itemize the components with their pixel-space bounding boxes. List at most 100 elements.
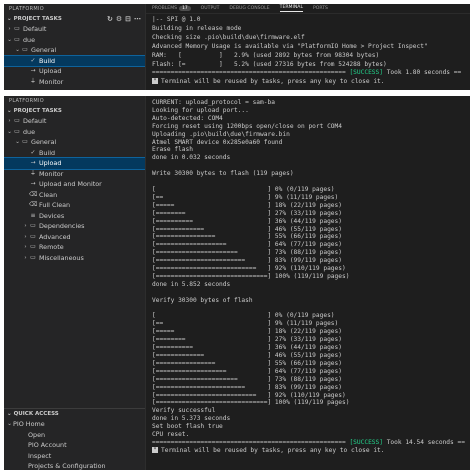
success-badge: [SUCCESS]: [349, 438, 383, 446]
task-item-label: Default: [23, 117, 47, 125]
chevron-right-icon: ›: [8, 26, 11, 32]
chevron-down-icon: ⌄: [15, 139, 20, 145]
terminal-line: [====================== ] 73% (88/119 pa…: [152, 249, 342, 257]
arrow-right-icon: →: [30, 159, 36, 166]
refresh-icon[interactable]: ↻: [107, 14, 113, 24]
terminal-output: |-- SPI @ 1.0 Building in release mode Che…: [146, 14, 470, 87]
task-item-dependencies[interactable]: › ▭ Dependencies: [4, 221, 145, 232]
terminal-line: Auto-detected: COM4: [152, 114, 223, 122]
task-item-label: due: [23, 35, 36, 44]
task-item-build[interactable]: ✓ Build: [4, 54, 146, 67]
terminal-line: Building in release mode: [152, 24, 242, 32]
quick-access-item[interactable]: ⌄ PIO Home: [4, 419, 145, 430]
quick-access-header[interactable]: ⌄ QUICK ACCESS: [4, 409, 145, 419]
terminal-line: RAM: [ ] 2.9% (used 2892 bytes from 9830…: [152, 51, 380, 59]
task-item-clean[interactable]: ⌫ Clean: [4, 190, 145, 201]
sidebar-title: PLATFORMIO: [9, 6, 45, 12]
terminal-line: [ ] 0% (0/119 pages): [152, 312, 335, 320]
task-item-default[interactable]: › ▭ Default: [4, 24, 145, 35]
terminal-output: CURRENT: upload_protocol = sam-ba Looking…: [146, 96, 470, 455]
terminal-line: Write 30300 bytes to flash (119 pages): [152, 170, 294, 178]
terminal-line: [==============================] 100% (1…: [152, 272, 350, 280]
terminal-line: [======== ] 27% (33/119 pages): [152, 209, 342, 217]
task-item-build[interactable]: ✓ Build: [4, 148, 145, 159]
task-item-upload-and-monitor[interactable]: → Upload and Monitor: [4, 179, 145, 190]
quick-access-item[interactable]: Inspect: [4, 451, 145, 462]
chevron-down-icon: ⌄: [7, 16, 12, 22]
more-icon[interactable]: ⋯: [134, 14, 141, 24]
quick-access-item[interactable]: Projects & Configuration: [4, 461, 145, 470]
terminal-line: CPU reset.: [152, 431, 190, 439]
project-tasks-header[interactable]: ⌄ PROJECT TASKS: [4, 106, 145, 116]
task-item-label: Devices: [39, 211, 65, 220]
task-item-default[interactable]: › ▭ Default: [4, 116, 145, 127]
chevron-right-icon: ›: [24, 244, 27, 250]
terminal-line: Uploading .pio\build\due\firmware.bin: [152, 130, 290, 138]
arrow-right-icon: →: [30, 67, 36, 74]
terminal-line: [==============================] 100% (1…: [152, 399, 350, 407]
terminal-line: [================ ] 55% (66/119 pages): [152, 233, 342, 241]
terminal-line: Set boot flash true: [152, 423, 223, 431]
task-item-upload[interactable]: → Upload: [4, 157, 146, 170]
task-item-label: General: [31, 138, 57, 146]
gear-icon[interactable]: ⚙: [116, 14, 122, 24]
tab-terminal[interactable]: TERMINAL: [279, 5, 303, 12]
task-item-label: Monitor: [39, 77, 64, 86]
terminal-area[interactable]: PROBLEMS 17 OUTPUT DEBUG CONSOLE TERMINAL…: [145, 4, 470, 90]
terminal-reuse-line: * Terminal will be reused by tasks, press…: [152, 446, 385, 454]
task-item-remote[interactable]: › ▭ Remote: [4, 242, 145, 253]
terminal-line: [== ] 9% (11/119 pages): [152, 320, 339, 328]
platformio-sidebar: PLATFORMIO ⌄ PROJECT TASKS › ▭ Default ⌄ ▭ du…: [4, 96, 146, 470]
tab-problems[interactable]: PROBLEMS 17: [152, 6, 191, 11]
quick-access-label: PIO Account: [28, 441, 67, 449]
tab-output[interactable]: OUTPUT: [201, 6, 220, 11]
task-item-label: Full Clean: [39, 201, 71, 209]
quick-access-item[interactable]: Open: [4, 430, 145, 441]
task-item-monitor[interactable]: ⏚ Monitor: [4, 169, 145, 180]
task-item-upload[interactable]: → Upload: [4, 66, 145, 77]
terminal-line: [================ ] 55% (66/119 pages): [152, 359, 342, 367]
task-item-general[interactable]: ⌄ ▭ General: [4, 137, 145, 148]
quick-access-section: ⌄ QUICK ACCESS ⌄ PIO Home Open PIO Account I…: [4, 408, 145, 470]
terminal-line: [========== ] 36% (44/119 pages): [152, 344, 342, 352]
task-item-full-clean[interactable]: ⌫ Full Clean: [4, 200, 145, 211]
terminal-line: Atmel SMART device 0x285e0a60 found: [152, 138, 283, 146]
terminal-line: [== ] 9% (11/119 pages): [152, 193, 339, 201]
task-item-devices[interactable]: ≡ Devices: [4, 211, 145, 222]
terminal-area[interactable]: CURRENT: upload_protocol = sam-ba Looking…: [145, 96, 470, 470]
task-item-general[interactable]: ⌄ ▭ General: [4, 45, 145, 56]
tab-debug-console[interactable]: DEBUG CONSOLE: [229, 6, 269, 11]
tab-ports[interactable]: PORTS: [313, 6, 328, 11]
task-item-miscellaneous[interactable]: › ▭ Miscellaneous: [4, 253, 145, 264]
task-item-advanced[interactable]: › ▭ Advanced: [4, 232, 145, 243]
folder-icon: ▭: [22, 46, 28, 53]
folder-icon: ▭: [14, 127, 20, 135]
task-item-label: Miscellaneous: [39, 253, 84, 262]
task-item-label: Build: [39, 56, 56, 65]
terminal-line: [=========================== ] 92% (110/…: [152, 391, 346, 399]
task-item-label: Dependencies: [39, 222, 85, 230]
quick-access-label: Projects & Configuration: [28, 462, 106, 470]
section-title: QUICK ACCESS: [13, 411, 59, 417]
terminal-line: Verify 30300 bytes of flash: [152, 296, 253, 304]
terminal-line: Advanced Memory Usage is available via "…: [152, 42, 428, 50]
task-item-due[interactable]: ⌄ ▭ due: [4, 35, 145, 46]
plug-icon: ⏚: [29, 169, 36, 177]
chevron-down-icon: ⌄: [15, 47, 20, 53]
terminal-line: [============= ] 46% (55/119 pages): [152, 225, 342, 233]
terminal-line: [ ] 0% (0/119 pages): [152, 185, 335, 193]
terminal-line: [=================== ] 64% (77/119 pages…: [152, 367, 342, 375]
terminal-line: Flash: [= ] 5.2% (used 27316 bytes from …: [152, 60, 387, 68]
task-item-label: Upload: [39, 159, 62, 167]
terminal-line: [====================== ] 73% (88/119 pa…: [152, 375, 342, 383]
chevron-right-icon: ›: [8, 118, 11, 124]
task-item-due[interactable]: ⌄ ▭ due: [4, 127, 145, 138]
task-item-monitor[interactable]: ⏚ Monitor: [4, 77, 145, 88]
project-tasks-header[interactable]: ⌄ PROJECT TASKS ↻ ⚙ ⊟ ⋯: [4, 14, 145, 24]
quick-access-item[interactable]: PIO Account: [4, 440, 145, 451]
collapse-all-icon[interactable]: ⊟: [125, 14, 131, 24]
folder-icon: ▭: [14, 35, 20, 43]
